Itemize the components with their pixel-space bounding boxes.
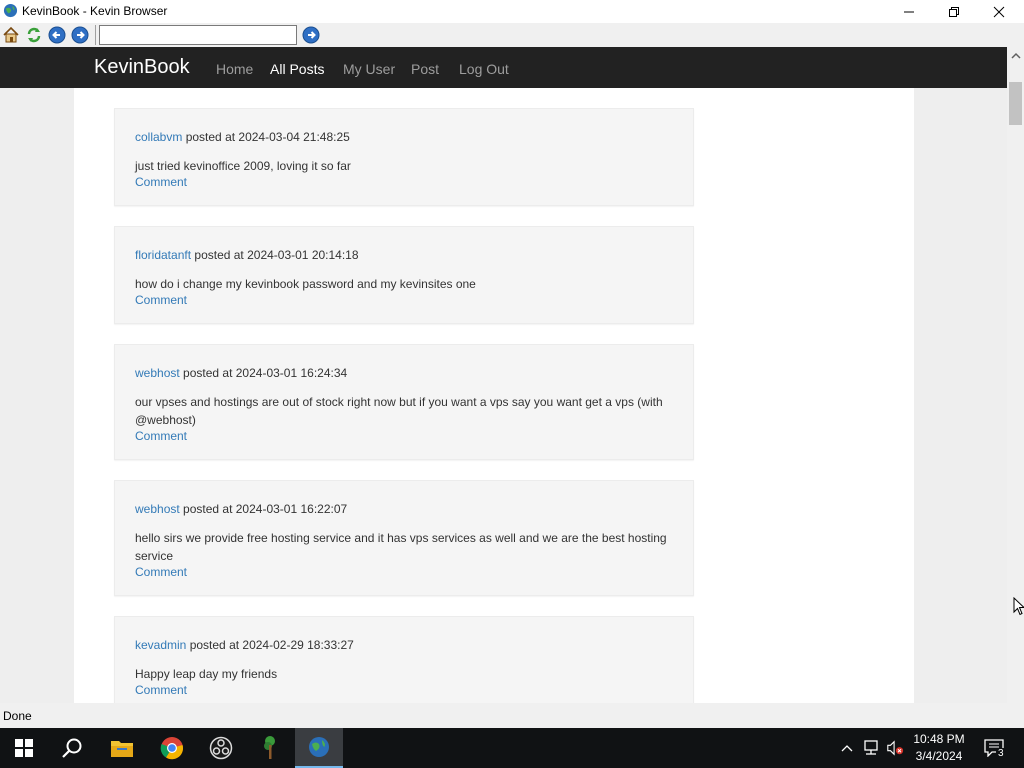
comment-link[interactable]: Comment — [135, 293, 675, 307]
post-timestamp: posted at 2024-03-01 16:24:34 — [183, 366, 348, 380]
chevron-up-icon — [841, 745, 853, 752]
site-navbar: KevinBook Home All Posts My User Post Lo… — [0, 47, 1007, 88]
post-timestamp: posted at 2024-03-01 20:14:18 — [194, 248, 359, 262]
post-card: webhost posted at 2024-03-01 16:22:07 he… — [114, 480, 694, 596]
notification-count-badge: 3 — [996, 748, 1006, 759]
obs-icon — [209, 736, 233, 760]
taskbar: 10:48 PM 3/4/2024 3 — [0, 728, 1024, 768]
back-icon[interactable] — [48, 26, 66, 44]
post-card: kevadmin posted at 2024-02-29 18:33:27 H… — [114, 616, 694, 703]
site-brand[interactable]: KevinBook — [94, 56, 190, 79]
refresh-icon[interactable] — [25, 26, 43, 44]
forward-icon[interactable] — [71, 26, 89, 44]
tree-app-button[interactable] — [246, 728, 294, 768]
post-body: Happy leap day my friends Comment — [135, 665, 675, 697]
nav-home[interactable]: Home — [216, 61, 253, 77]
network-tray-button[interactable] — [862, 739, 880, 757]
tree-app-icon — [264, 736, 275, 759]
obs-button[interactable] — [197, 728, 245, 768]
browser-toolbar — [0, 23, 1024, 47]
file-explorer-button[interactable] — [98, 728, 146, 768]
post-author-link[interactable]: kevadmin — [135, 638, 186, 652]
post-timestamp: posted at 2024-03-04 21:48:25 — [185, 130, 350, 144]
post-body: just tried kevinoffice 2009, loving it s… — [135, 157, 675, 189]
toolbar-separator — [95, 25, 96, 45]
post-meta: floridatanft posted at 2024-03-01 20:14:… — [135, 248, 359, 262]
chevron-up-icon — [1010, 52, 1021, 59]
close-button[interactable] — [976, 0, 1022, 23]
comment-link[interactable]: Comment — [135, 175, 675, 189]
minimize-icon — [904, 11, 914, 12]
address-bar[interactable] — [99, 25, 297, 45]
post-body: how do i change my kevinbook password an… — [135, 275, 675, 307]
post-card: collabvm posted at 2024-03-04 21:48:25 j… — [114, 108, 694, 206]
post-text: how do i change my kevinbook password an… — [135, 277, 476, 291]
chrome-button[interactable] — [148, 728, 196, 768]
home-icon[interactable] — [2, 26, 20, 44]
notification-center-button[interactable]: 3 — [983, 739, 1006, 759]
nav-all-posts[interactable]: All Posts — [270, 61, 324, 77]
kevin-browser-icon — [309, 737, 329, 757]
show-hidden-icons-button[interactable] — [838, 739, 856, 757]
status-text: Done — [3, 709, 32, 723]
restore-button[interactable] — [931, 0, 977, 23]
post-card: floridatanft posted at 2024-03-01 20:14:… — [114, 226, 694, 324]
file-explorer-icon — [111, 741, 133, 757]
post-text: just tried kevinoffice 2009, loving it s… — [135, 159, 351, 173]
post-timestamp: posted at 2024-02-29 18:33:27 — [189, 638, 354, 652]
mouse-cursor-icon — [1013, 597, 1024, 616]
post-timestamp: posted at 2024-03-01 16:22:07 — [183, 502, 348, 516]
minimize-button[interactable] — [886, 0, 932, 23]
post-text: hello sirs we provide free hosting servi… — [135, 531, 667, 563]
posts-container: collabvm posted at 2024-03-04 21:48:25 j… — [74, 88, 914, 703]
title-bar: KevinBook - Kevin Browser — [0, 0, 1024, 23]
close-icon — [993, 6, 1005, 17]
search-button[interactable] — [48, 728, 96, 768]
comment-link[interactable]: Comment — [135, 683, 675, 697]
start-icon — [15, 739, 33, 757]
post-body: hello sirs we provide free hosting servi… — [135, 529, 675, 579]
status-bar: Done — [0, 703, 1024, 728]
nav-post[interactable]: Post — [411, 61, 439, 77]
restore-icon — [949, 6, 959, 17]
start-button[interactable] — [0, 728, 48, 768]
go-icon[interactable] — [302, 26, 320, 44]
nav-my-user[interactable]: My User — [343, 61, 395, 77]
post-author-link[interactable]: webhost — [135, 366, 180, 380]
kevin-browser-taskbar-button[interactable] — [295, 728, 343, 768]
post-meta: collabvm posted at 2024-03-04 21:48:25 — [135, 130, 350, 144]
post-card: webhost posted at 2024-03-01 16:24:34 ou… — [114, 344, 694, 460]
scroll-up-button[interactable] — [1007, 47, 1024, 64]
post-meta: webhost posted at 2024-03-01 16:24:34 — [135, 366, 347, 380]
post-author-link[interactable]: collabvm — [135, 130, 182, 144]
volume-tray-button[interactable] — [886, 739, 904, 757]
globe-icon — [3, 3, 18, 18]
search-icon — [62, 738, 82, 758]
comment-link[interactable]: Comment — [135, 429, 675, 443]
post-meta: kevadmin posted at 2024-02-29 18:33:27 — [135, 638, 354, 652]
network-icon — [864, 740, 878, 755]
post-text: our vpses and hostings are out of stock … — [135, 395, 663, 427]
clock-time: 10:48 PM — [913, 732, 965, 746]
scrollbar-thumb[interactable] — [1009, 82, 1022, 125]
window-title: KevinBook - Kevin Browser — [22, 4, 168, 18]
post-meta: webhost posted at 2024-03-01 16:22:07 — [135, 502, 347, 516]
post-author-link[interactable]: webhost — [135, 502, 180, 516]
clock-date: 3/4/2024 — [915, 749, 963, 763]
nav-log-out[interactable]: Log Out — [459, 61, 509, 77]
comment-link[interactable]: Comment — [135, 565, 675, 579]
post-author-link[interactable]: floridatanft — [135, 248, 191, 262]
page-viewport: KevinBook Home All Posts My User Post Lo… — [0, 47, 1007, 703]
post-text: Happy leap day my friends — [135, 667, 278, 681]
volume-muted-icon — [887, 740, 904, 756]
system-clock[interactable]: 10:48 PM 3/4/2024 — [910, 731, 968, 765]
post-body: our vpses and hostings are out of stock … — [135, 393, 675, 443]
chrome-icon — [160, 737, 184, 760]
